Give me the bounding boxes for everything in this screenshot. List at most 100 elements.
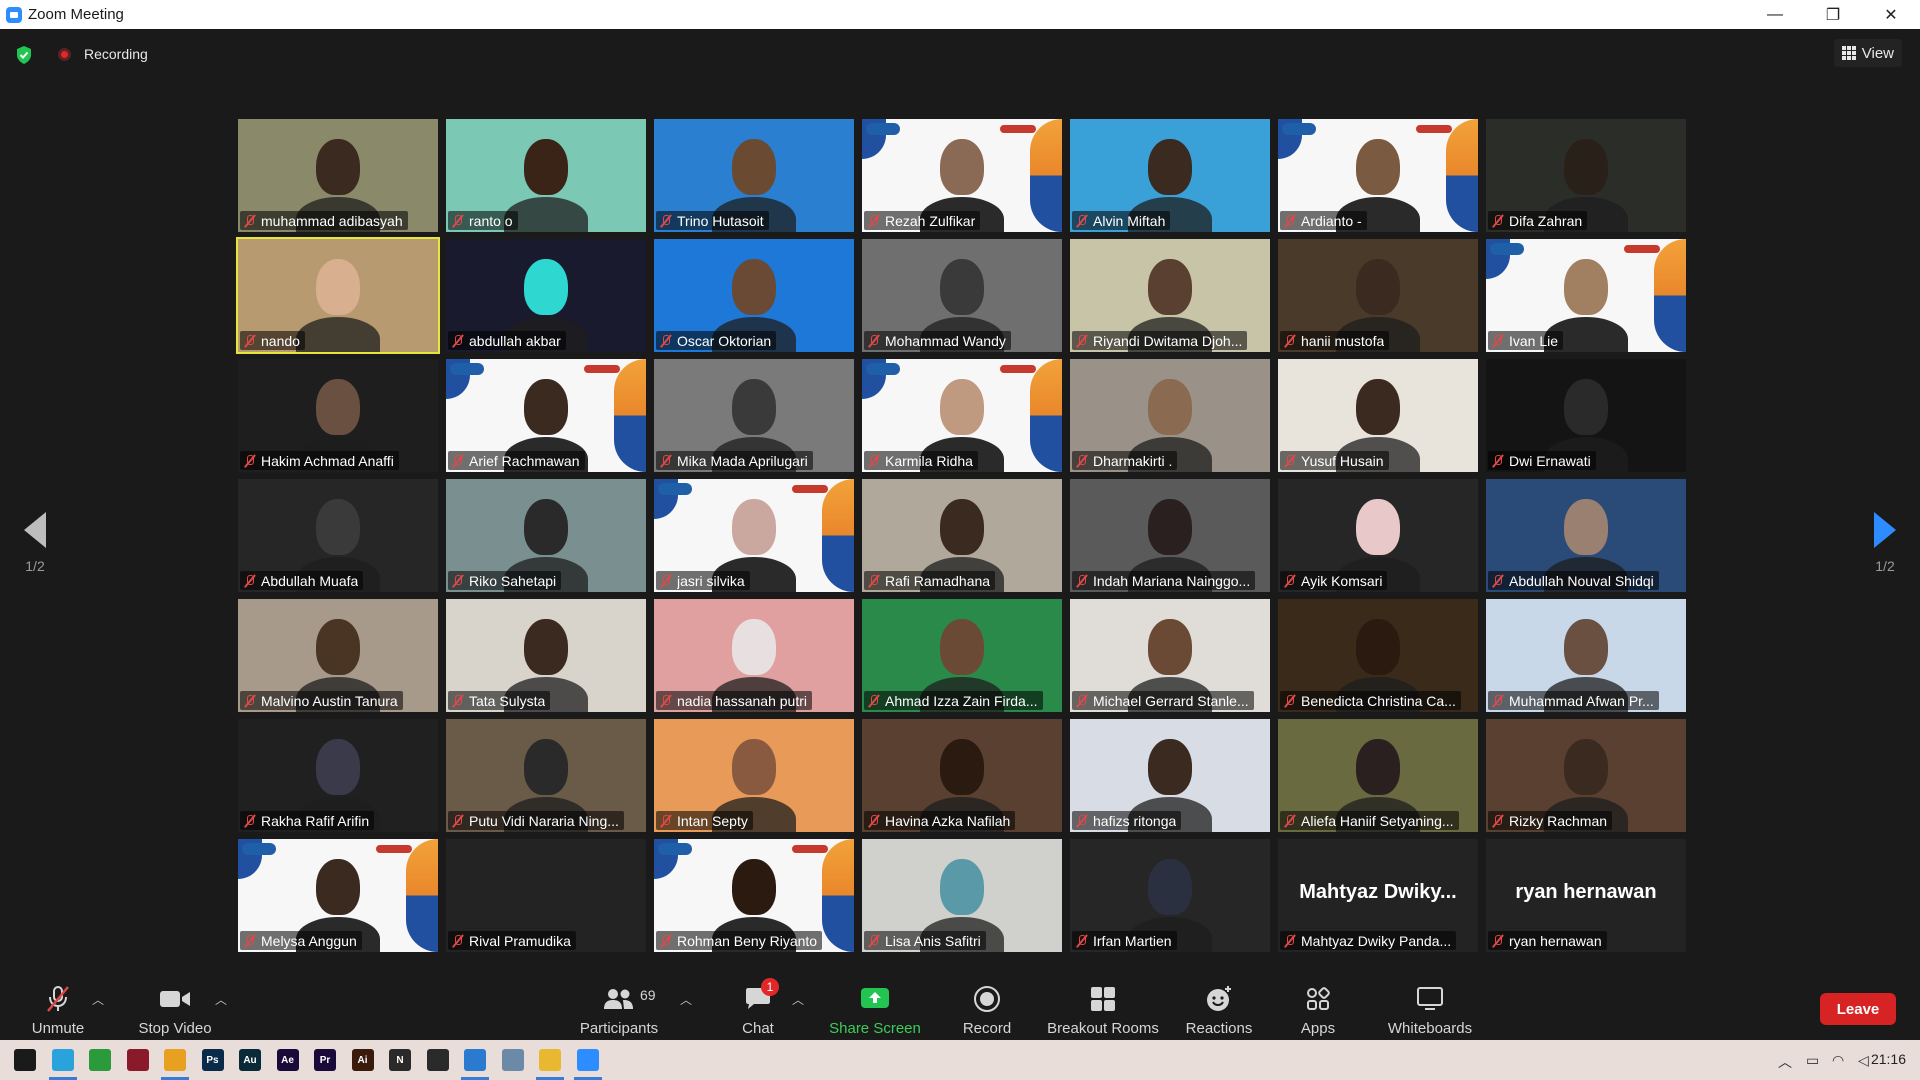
participant-video-tile[interactable]: Rezah Zulfikar xyxy=(862,119,1062,232)
muted-mic-icon xyxy=(451,454,464,467)
participant-video-tile[interactable]: Abdullah Nouval Shidqi xyxy=(1486,479,1686,592)
participant-video-tile[interactable]: Lisa Anis Safitri xyxy=(862,839,1062,952)
taskbar-photos-icon[interactable] xyxy=(501,1049,524,1071)
breakout-rooms-button[interactable]: Breakout Rooms xyxy=(1046,981,1160,1037)
audio-options-caret-icon[interactable]: ︿ xyxy=(92,991,104,1008)
wifi-icon[interactable]: ◠ xyxy=(1832,1052,1844,1069)
taskbar-zoom-icon[interactable] xyxy=(576,1049,599,1071)
participant-video-tile[interactable]: Karmila Ridha xyxy=(862,359,1062,472)
participant-video-tile[interactable]: Rafi Ramadhana xyxy=(862,479,1062,592)
reactions-button[interactable]: Reactions xyxy=(1184,981,1254,1037)
participant-video-tile[interactable]: abdullah akbar xyxy=(446,239,646,352)
participant-video-tile[interactable]: Mohammad Wandy xyxy=(862,239,1062,352)
next-page-nav[interactable]: 1/2 xyxy=(1850,480,1920,590)
participant-video-tile[interactable]: Difa Zahran xyxy=(1486,119,1686,232)
participant-video-tile[interactable]: ranto o xyxy=(446,119,646,232)
taskbar-telegram-icon[interactable] xyxy=(51,1049,74,1071)
participant-video-tile[interactable]: Oscar Oktorian xyxy=(654,239,854,352)
participant-video-tile[interactable]: Putu Vidi Nararia Ning... xyxy=(446,719,646,832)
participant-video-tile[interactable]: Mahtyaz Dwiky... Mahtyaz Dwiky Panda... xyxy=(1278,839,1478,952)
share-screen-button[interactable]: Share Screen xyxy=(828,981,922,1037)
taskbar-clock[interactable]: 21:16 xyxy=(1871,1051,1906,1067)
participant-video-tile[interactable]: Trino Hutasoit xyxy=(654,119,854,232)
participant-video-tile[interactable]: Yusuf Husain xyxy=(1278,359,1478,472)
whiteboards-button[interactable]: Whiteboards xyxy=(1384,981,1476,1037)
participant-video-tile[interactable]: Melysa Anggun xyxy=(238,839,438,952)
tray-expand-icon[interactable]: ︿ xyxy=(1778,1052,1792,1072)
taskbar-audition-icon[interactable]: Au xyxy=(239,1049,261,1071)
participant-video-tile[interactable]: Rohman Beny Riyanto xyxy=(654,839,854,952)
participant-video-tile[interactable]: Ahmad Izza Zain Firda... xyxy=(862,599,1062,712)
taskbar-mcafee-icon[interactable] xyxy=(126,1049,149,1071)
participant-display-name: Mahtyaz Dwiky... xyxy=(1299,881,1457,903)
restore-button[interactable]: ❐ xyxy=(1804,0,1862,29)
chat-options-caret-icon[interactable]: ︿ xyxy=(792,991,804,1008)
participant-video-tile[interactable]: Ivan Lie xyxy=(1486,239,1686,352)
participant-video-tile[interactable]: Rizky Rachman xyxy=(1486,719,1686,832)
record-icon xyxy=(973,984,1001,1014)
view-button[interactable]: View xyxy=(1833,39,1902,67)
participant-video-tile[interactable]: jasri silvika xyxy=(654,479,854,592)
taskbar-file-explorer-icon[interactable] xyxy=(539,1049,561,1071)
participant-video-tile[interactable]: Dwi Ernawati xyxy=(1486,359,1686,472)
participant-video-tile[interactable]: Tata Sulysta xyxy=(446,599,646,712)
participant-video-tile[interactable]: Benedicta Christina Ca... xyxy=(1278,599,1478,712)
taskbar-camtasia-icon[interactable] xyxy=(89,1049,111,1071)
participant-video-tile[interactable]: Arief Rachmawan xyxy=(446,359,646,472)
participant-video-tile[interactable]: Rakha Rafif Arifin xyxy=(238,719,438,832)
participant-video-tile[interactable]: Hakim Achmad Anaffi xyxy=(238,359,438,472)
previous-page-nav[interactable]: 1/2 xyxy=(0,480,70,590)
participant-video-tile[interactable]: muhammad adibasyah xyxy=(238,119,438,232)
close-button[interactable]: ✕ xyxy=(1862,0,1920,29)
taskbar-github-icon[interactable] xyxy=(426,1049,449,1071)
record-button[interactable]: Record xyxy=(958,981,1016,1037)
taskbar-vscode-icon[interactable] xyxy=(464,1049,486,1071)
participant-video-tile[interactable]: Malvino Austin Tanura xyxy=(238,599,438,712)
participant-video-tile[interactable]: Abdullah Muafa xyxy=(238,479,438,592)
leave-button[interactable]: Leave xyxy=(1820,993,1896,1025)
volume-icon[interactable]: ◁ xyxy=(1858,1052,1869,1069)
video-options-caret-icon[interactable]: ︿ xyxy=(215,991,227,1008)
muted-mic-icon xyxy=(243,454,256,467)
stop-video-button[interactable]: Stop Video xyxy=(133,981,217,1037)
taskbar-windows-start-icon[interactable] xyxy=(14,1049,36,1071)
participant-video-tile[interactable]: Irfan Martien xyxy=(1070,839,1270,952)
security-shield-icon[interactable] xyxy=(15,45,33,65)
participant-video-tile[interactable]: Ayik Komsari xyxy=(1278,479,1478,592)
taskbar-photoshop-icon[interactable]: Ps xyxy=(201,1049,224,1071)
taskbar-chrome-icon[interactable] xyxy=(164,1049,186,1071)
participant-video-tile[interactable]: Riyandi Dwitama Djoh... xyxy=(1070,239,1270,352)
participant-name: ranto o xyxy=(469,212,513,229)
participant-video-tile[interactable]: Indah Mariana Nainggo... xyxy=(1070,479,1270,592)
apps-button[interactable]: Apps xyxy=(1296,981,1340,1037)
participant-video-tile[interactable]: hanii mustofa xyxy=(1278,239,1478,352)
arrow-right-icon[interactable] xyxy=(1874,512,1896,548)
taskbar-illustrator-icon[interactable]: Ai xyxy=(351,1049,374,1071)
participant-video-tile[interactable]: hafizs ritonga xyxy=(1070,719,1270,832)
taskbar-after-effects-icon[interactable]: Ae xyxy=(276,1049,299,1071)
arrow-left-icon[interactable] xyxy=(24,512,46,548)
participant-video-tile[interactable]: nadia hassanah putri xyxy=(654,599,854,712)
muted-mic-icon xyxy=(243,334,256,347)
participant-video-tile[interactable]: nando xyxy=(236,237,440,354)
participants-options-caret-icon[interactable]: ︿ xyxy=(680,991,692,1008)
participant-video-tile[interactable]: Alvin Miftah xyxy=(1070,119,1270,232)
participant-video-tile[interactable]: Riko Sahetapi xyxy=(446,479,646,592)
participant-video-tile[interactable]: Dharmakirti . xyxy=(1070,359,1270,472)
participant-video-tile[interactable]: Havina Azka Nafilah xyxy=(862,719,1062,832)
muted-mic-icon xyxy=(1075,694,1088,707)
participant-video-tile[interactable]: Mika Mada Aprilugari xyxy=(654,359,854,472)
battery-icon[interactable]: ▭ xyxy=(1806,1052,1819,1069)
participant-video-tile[interactable]: Michael Gerrard Stanle... xyxy=(1070,599,1270,712)
participant-name-tag: Trino Hutasoit xyxy=(656,211,769,230)
taskbar-premiere-icon[interactable]: Pr xyxy=(314,1049,336,1071)
participant-video-tile[interactable]: Rival Pramudika xyxy=(446,839,646,952)
minimize-button[interactable]: — xyxy=(1746,0,1804,29)
participant-video-tile[interactable]: ryan hernawan ryan hernawan xyxy=(1486,839,1686,952)
participant-video-tile[interactable]: Muhammad Afwan Pr... xyxy=(1486,599,1686,712)
participant-video-tile[interactable]: Aliefa Haniif Setyaning... xyxy=(1278,719,1478,832)
taskbar-notion-icon[interactable]: N xyxy=(389,1049,411,1071)
participant-video-tile[interactable]: Intan Septy xyxy=(654,719,854,832)
unmute-button[interactable]: Unmute xyxy=(28,981,88,1037)
participant-video-tile[interactable]: Ardianto - xyxy=(1278,119,1478,232)
